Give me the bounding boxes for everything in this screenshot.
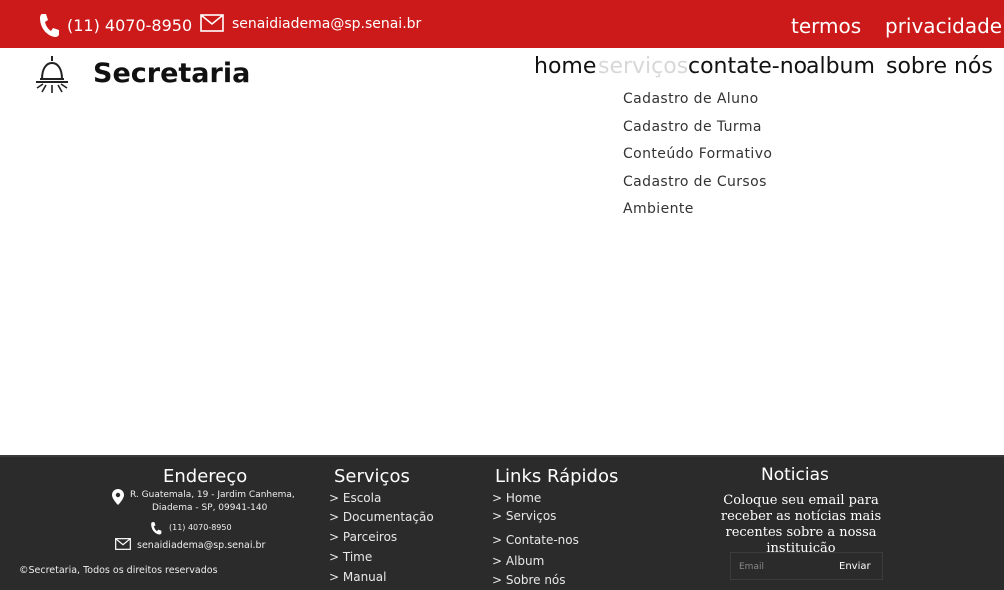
news-heading: Noticias bbox=[761, 465, 829, 485]
footer-link-album[interactable]: > Album bbox=[492, 554, 544, 568]
nav-contate-no[interactable]: contate-no bbox=[688, 54, 807, 79]
dropdown-item-conteudo-formativo[interactable]: Conteúdo Formativo bbox=[623, 145, 772, 173]
termos-link[interactable]: termos bbox=[791, 14, 861, 38]
nav-album[interactable]: album bbox=[806, 54, 875, 79]
dropdown-item-ambiente[interactable]: Ambiente bbox=[623, 200, 772, 228]
footer-link-parceiros[interactable]: > Parceiros bbox=[329, 530, 397, 544]
services-heading: Serviços bbox=[334, 466, 410, 487]
footer-phone: (11) 4070-8950 bbox=[169, 523, 232, 532]
footer-email[interactable]: senaidiadema@sp.senai.br bbox=[137, 540, 265, 551]
newsletter-send-button[interactable]: Enviar bbox=[839, 557, 879, 575]
nav-home[interactable]: home bbox=[534, 54, 596, 79]
footer-link-documentacao[interactable]: > Documentação bbox=[329, 510, 434, 524]
newsletter-email-input[interactable] bbox=[739, 559, 829, 575]
footer-link-servicos[interactable]: > Serviços bbox=[492, 509, 556, 523]
news-description: Coloque seu email para receber as notíci… bbox=[720, 493, 882, 556]
footer: Endereço R. Guatemala, 19 - Jardim Canhe… bbox=[0, 455, 1004, 590]
footer-link-sobre-nos[interactable]: > Sobre nós bbox=[492, 573, 566, 587]
brand-title[interactable]: Secretaria bbox=[93, 58, 250, 89]
footer-link-contate-nos[interactable]: > Contate-nos bbox=[492, 533, 579, 547]
newsletter-form: Enviar bbox=[730, 552, 883, 580]
mail-icon bbox=[115, 538, 131, 550]
map-pin-icon bbox=[112, 489, 124, 505]
quick-links-heading: Links Rápidos bbox=[495, 466, 619, 487]
address-line-2: Diadema - SP, 09941-140 bbox=[152, 503, 268, 513]
lamp-icon[interactable] bbox=[34, 55, 70, 95]
topbar-phone: (11) 4070-8950 bbox=[67, 16, 193, 35]
address-heading: Endereço bbox=[163, 466, 248, 487]
phone-icon bbox=[151, 522, 162, 535]
address-line-1: R. Guatemala, 19 - Jardim Canhema, bbox=[130, 490, 295, 500]
nav-servicos[interactable]: serviços bbox=[598, 54, 688, 79]
top-bar: (11) 4070-8950 senaidiadema@sp.senai.br … bbox=[0, 0, 1004, 48]
dropdown-item-cadastro-turma[interactable]: Cadastro de Turma bbox=[623, 118, 772, 146]
servicos-dropdown: Cadastro de Aluno Cadastro de Turma Cont… bbox=[623, 90, 772, 228]
mail-icon bbox=[200, 14, 224, 32]
privacidade-link[interactable]: privacidade bbox=[885, 14, 1002, 38]
dropdown-item-cadastro-aluno[interactable]: Cadastro de Aluno bbox=[623, 90, 772, 118]
dropdown-item-cadastro-cursos[interactable]: Cadastro de Cursos bbox=[623, 173, 772, 201]
phone-icon bbox=[40, 14, 59, 37]
topbar-email[interactable]: senaidiadema@sp.senai.br bbox=[232, 16, 421, 32]
copyright: ©Secretaria, Todos os direitos reservado… bbox=[19, 565, 218, 576]
footer-link-manual[interactable]: > Manual bbox=[329, 570, 386, 584]
footer-link-time[interactable]: > Time bbox=[329, 550, 372, 564]
footer-link-home[interactable]: > Home bbox=[492, 491, 541, 505]
footer-link-escola[interactable]: > Escola bbox=[329, 491, 381, 505]
nav-sobre-nos[interactable]: sobre nós bbox=[886, 54, 993, 79]
